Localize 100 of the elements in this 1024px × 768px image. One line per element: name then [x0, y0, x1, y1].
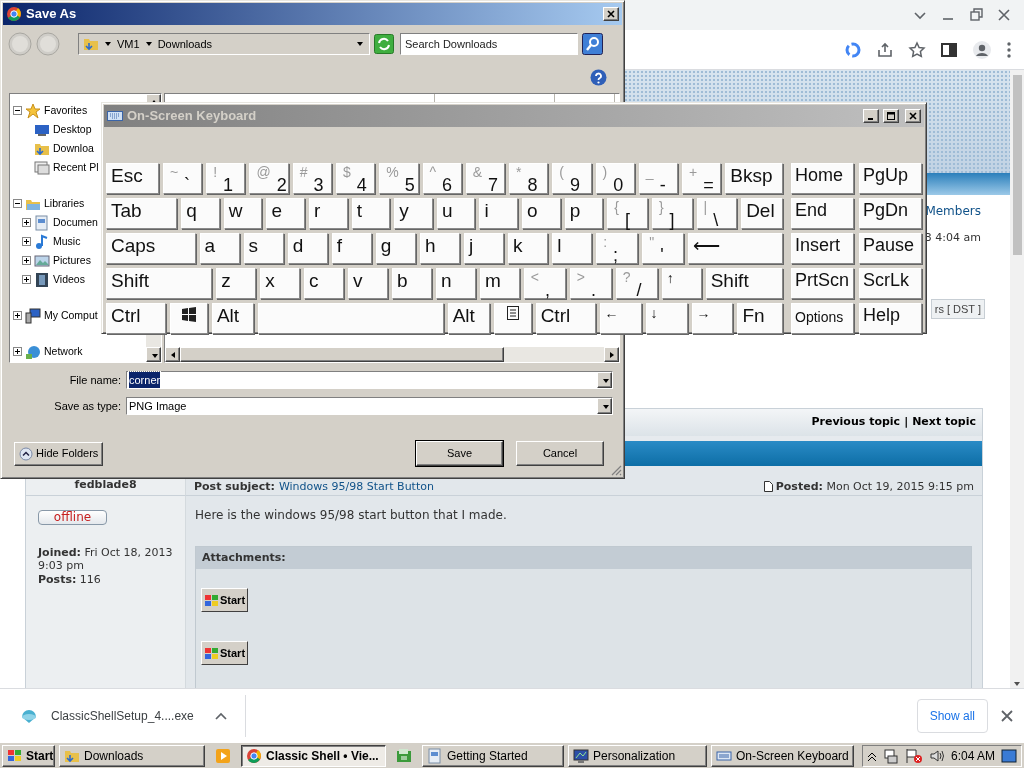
- close-button[interactable]: [905, 109, 921, 123]
- keyboard-key[interactable]: Shift: [705, 268, 783, 299]
- keyboard-key[interactable]: →: [691, 303, 734, 334]
- show-all-button[interactable]: Show all: [916, 698, 988, 733]
- scroll-left-button[interactable]: [165, 347, 180, 362]
- keyboard-key[interactable]: b: [392, 268, 432, 299]
- keyboard-key[interactable]: x: [260, 268, 301, 299]
- keyboard-key[interactable]: ←: [599, 303, 642, 334]
- keyboard-key[interactable]: PgDn: [859, 198, 922, 229]
- keyboard-key[interactable]: & 7: [465, 163, 506, 194]
- keyboard-key[interactable]: ↓: [645, 303, 688, 334]
- keyboard-key[interactable]: Caps: [106, 233, 196, 264]
- chevron-up-icon[interactable]: [213, 710, 228, 721]
- keyboard-key[interactable]: q: [181, 198, 220, 229]
- expand-icon[interactable]: [13, 347, 22, 356]
- taskbar-button[interactable]: Personalization: [568, 744, 707, 767]
- keyboard-key[interactable]: m: [479, 268, 520, 299]
- keyboard-key[interactable]: " ': [642, 233, 685, 264]
- keyboard-key[interactable]: v: [348, 268, 388, 299]
- previous-topic-link[interactable]: Previous topic: [811, 414, 901, 431]
- profile-icon[interactable]: [972, 39, 992, 60]
- subject-link[interactable]: Windows 95/98 Start Button: [278, 478, 434, 495]
- expand-icon[interactable]: [13, 311, 22, 320]
- keyboard-key[interactable]: $ 4: [335, 163, 376, 194]
- keyboard-key[interactable]: Alt: [211, 303, 254, 334]
- keyboard-key[interactable]: Pause: [859, 233, 922, 264]
- keyboard-key[interactable]: Ctrl: [106, 303, 166, 334]
- tree-item[interactable]: Network: [44, 343, 83, 360]
- address-bar[interactable]: VM1 Downloads: [78, 33, 370, 55]
- expand-icon[interactable]: [22, 275, 31, 284]
- attachment-thumbnail[interactable]: Start: [201, 641, 249, 665]
- tree-item[interactable]: Pictures: [53, 252, 91, 269]
- scroll-thumb[interactable]: [180, 347, 504, 362]
- tree-item[interactable]: My Comput: [44, 307, 98, 324]
- keyboard-key[interactable]: End: [791, 198, 854, 229]
- close-button[interactable]: [603, 7, 619, 21]
- save-button[interactable]: Save: [416, 441, 503, 466]
- scroll-thumb[interactable]: [1012, 75, 1022, 255]
- keyboard-key[interactable]: Shift: [106, 268, 213, 299]
- keyboard-key[interactable]: t: [351, 198, 391, 229]
- keyboard-key[interactable]: Del: [741, 198, 783, 229]
- file-type-dropdown[interactable]: PNG Image: [126, 397, 613, 415]
- keyboard-key[interactable]: PgUp: [859, 163, 922, 194]
- keyboard-key[interactable]: ? /: [615, 268, 658, 299]
- keyboard-key[interactable]: r: [309, 198, 348, 229]
- keyboard-key[interactable]: e: [266, 198, 306, 229]
- keyboard-key[interactable]: s: [243, 233, 284, 264]
- ring-icon[interactable]: [844, 40, 862, 59]
- keyboard-key[interactable]: @ 2: [249, 163, 289, 194]
- keyboard-key[interactable]: h: [419, 233, 460, 264]
- tree-item[interactable]: Recent Pl: [53, 159, 99, 176]
- maximize-button[interactable]: [883, 109, 899, 123]
- help-icon[interactable]: [590, 68, 607, 86]
- keyboard-key[interactable]: d: [287, 233, 328, 264]
- keyboard-key[interactable]: ^ 6: [422, 163, 462, 194]
- tree-item[interactable]: Favorites: [44, 102, 88, 119]
- tree-item[interactable]: Music: [53, 233, 81, 250]
- keyboard-key[interactable]: Bksp: [725, 163, 783, 194]
- close-icon[interactable]: [1000, 708, 1014, 723]
- menu-icon[interactable]: [1006, 40, 1012, 59]
- tree-item[interactable]: Videos: [53, 271, 85, 288]
- keyboard-key[interactable]: % 5: [379, 163, 419, 194]
- keyboard-key[interactable]: y: [394, 198, 433, 229]
- flag-alert-icon[interactable]: [904, 747, 923, 764]
- keyboard-key[interactable]: g: [375, 233, 416, 264]
- script-icon[interactable]: [396, 747, 412, 764]
- scrollbar[interactable]: [1010, 70, 1024, 688]
- keyboard-key[interactable]: { [: [607, 198, 648, 229]
- collapse-icon[interactable]: [13, 106, 22, 115]
- keyboard-key[interactable]: c: [304, 268, 345, 299]
- keyboard-key[interactable]: Esc: [106, 163, 159, 194]
- keyboard-key[interactable]: Home: [791, 163, 854, 194]
- keyboard-key[interactable]: u: [436, 198, 476, 229]
- resize-grip-icon[interactable]: [611, 465, 622, 476]
- expand-icon[interactable]: [22, 256, 31, 265]
- keyboard-key[interactable]: * 8: [509, 163, 549, 194]
- keyboard-key[interactable]: # 3: [292, 163, 332, 194]
- keyboard-key[interactable]: ScrLk: [859, 268, 922, 299]
- keyboard-key[interactable]: ↑: [661, 268, 702, 299]
- keyboard-key[interactable]: + =: [682, 163, 722, 194]
- breadcrumb-item[interactable]: Downloads: [157, 35, 213, 53]
- keyboard-key[interactable]: i: [479, 198, 519, 229]
- keyboard-key[interactable]: | \: [696, 198, 738, 229]
- keyboard-key[interactable]: l: [552, 233, 593, 264]
- side-panel-icon[interactable]: [940, 40, 958, 59]
- network-icon[interactable]: [882, 747, 899, 764]
- keyboard-key[interactable]: ⟵: [688, 233, 783, 264]
- keyboard-key[interactable]: f: [331, 233, 372, 264]
- tree-item[interactable]: Documen: [53, 214, 98, 231]
- refresh-button[interactable]: [374, 34, 394, 54]
- taskbar-button[interactable]: On-Screen Keyboard: [711, 744, 854, 767]
- share-icon[interactable]: [876, 40, 894, 59]
- keyboard-key[interactable]: > .: [569, 268, 612, 299]
- desktop-icon[interactable]: [1001, 747, 1017, 764]
- search-field[interactable]: Search Downloads: [400, 33, 578, 55]
- keyboard-key[interactable]: z: [216, 268, 257, 299]
- members-link[interactable]: Members: [925, 202, 981, 220]
- keyboard-key[interactable]: Options: [791, 303, 854, 334]
- keyboard-key[interactable]: Alt: [447, 303, 490, 334]
- keyboard-key[interactable]: j: [463, 233, 505, 264]
